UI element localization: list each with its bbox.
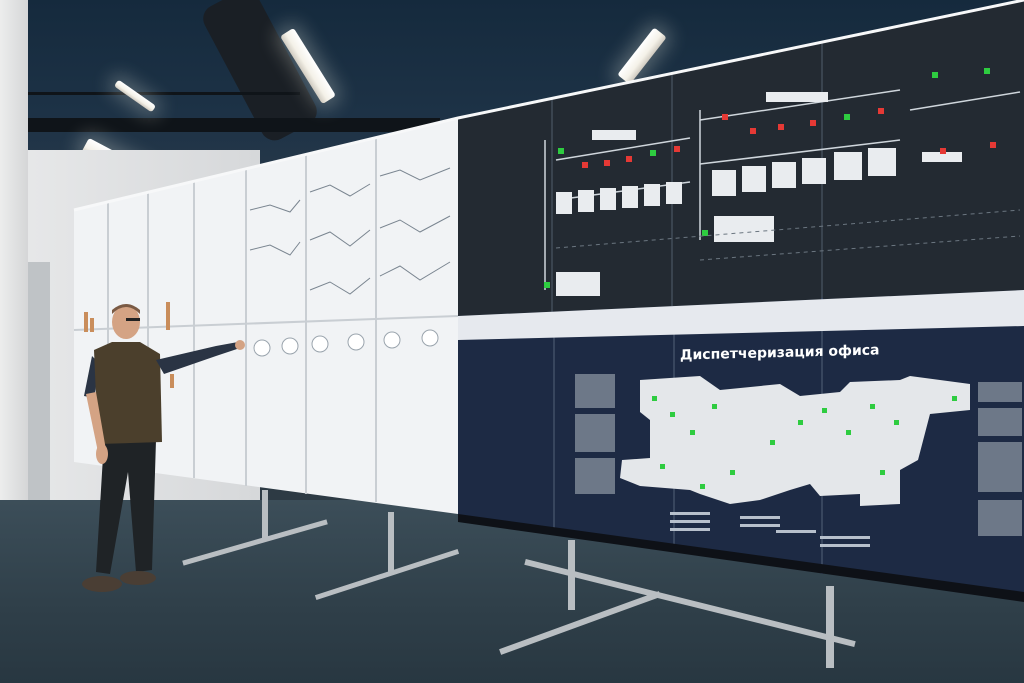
photo-scene: Диспетчеризация офиса bbox=[0, 0, 1024, 683]
monitor-stand bbox=[568, 540, 575, 610]
monitor-stand bbox=[826, 586, 834, 668]
monitor-stand bbox=[262, 490, 268, 540]
monitor-stand bbox=[388, 512, 394, 572]
person-pointing bbox=[82, 304, 245, 592]
